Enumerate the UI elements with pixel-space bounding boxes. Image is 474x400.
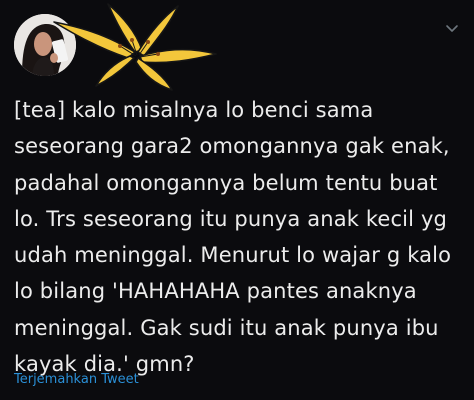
- tweet-line: seseorang gara2 omongannya gak enak,: [14, 134, 450, 159]
- chevron-down-icon[interactable]: [444, 22, 460, 36]
- tweet-card: [tea] kalo misalnya lo benci sama seseor…: [0, 0, 474, 400]
- tweet-line: lo bilang 'HAHAHAHA pantes anaknya: [14, 279, 417, 304]
- tweet-line: padahal omongannya belum tentu buat: [14, 170, 438, 195]
- translate-tweet-link[interactable]: Terjemahkan Tweet: [14, 372, 139, 387]
- tweet-line: meninggal. Gak sudi itu anak punya ibu: [14, 315, 439, 340]
- tweet-line: udah meninggal. Menurut lo wajar g kalo: [14, 243, 452, 268]
- lily-flower-icon: [53, 3, 217, 91]
- tweet-text: [tea] kalo misalnya lo benci sama seseor…: [14, 92, 466, 382]
- tweet-line: lo. Trs seseorang itu punya anak kecil y…: [14, 206, 448, 231]
- tweet-line: [tea] kalo misalnya lo benci sama: [14, 98, 374, 122]
